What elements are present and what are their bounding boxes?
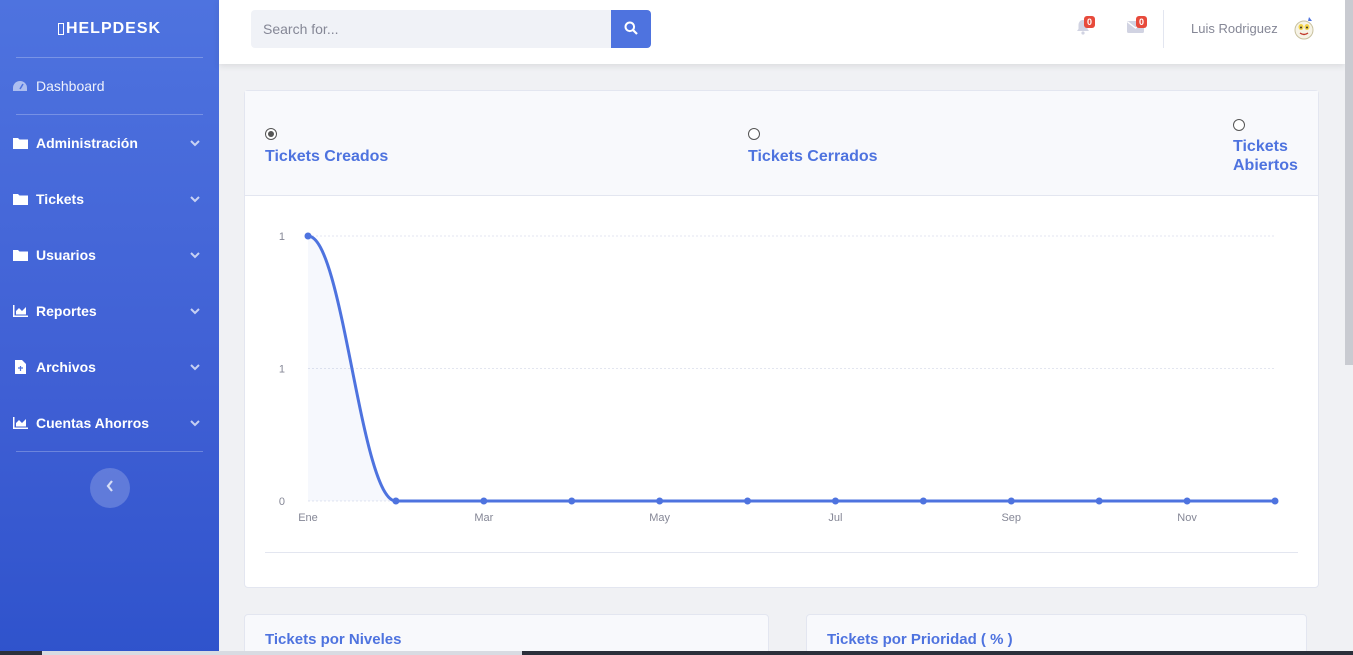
radio-checked-icon[interactable] [265, 128, 277, 140]
data-point [392, 497, 400, 505]
x-tick-label: May [649, 512, 670, 524]
sidebar-item-reportes[interactable]: Reportes [0, 283, 219, 339]
sidebar-item-label: Dashboard [36, 78, 105, 94]
chevron-down-icon [189, 361, 201, 373]
sidebar-toggle-wrap [0, 452, 219, 508]
sidebar: HELPDESK Dashboard Administración Ticket… [0, 0, 219, 655]
topbar-divider [1163, 10, 1164, 48]
gauge-icon [12, 80, 28, 92]
x-tick-label: Ene [298, 512, 318, 524]
levels-card-title: Tickets por Niveles [265, 631, 402, 648]
data-point [480, 497, 488, 505]
data-point [1271, 497, 1279, 505]
y-tick-label: 0 [279, 496, 285, 508]
sidebar-item-administracion[interactable]: Administración [0, 115, 219, 171]
sidebar-item-archivos[interactable]: Archivos [0, 339, 219, 395]
area-chart-icon [12, 305, 28, 317]
page-scrollbar-thumb[interactable] [1345, 0, 1353, 365]
brand-glyph-icon [57, 22, 64, 35]
radio-unchecked-icon[interactable] [748, 128, 760, 140]
chevron-down-icon [189, 249, 201, 261]
area-chart-icon [12, 417, 28, 429]
data-point [1183, 497, 1191, 505]
tab-tickets-cerrados[interactable]: Tickets Cerrados [748, 128, 878, 166]
user-name: Luis Rodriguez [1191, 20, 1278, 36]
chevron-down-icon [189, 137, 201, 149]
data-point [1007, 497, 1015, 505]
messages-count-badge: 0 [1136, 16, 1148, 28]
chevron-down-icon [189, 417, 201, 429]
search-bar [251, 10, 651, 48]
tab-label: Abiertos [1233, 157, 1298, 174]
radio-dot [268, 131, 274, 137]
avatar [1290, 14, 1318, 42]
data-point [568, 497, 576, 505]
messages-button[interactable]: 0 [1109, 16, 1161, 41]
sidebar-item-label: Administración [36, 135, 138, 151]
chevron-down-icon [189, 305, 201, 317]
sidebar-item-cuentas-ahorros[interactable]: Cuentas Ahorros [0, 395, 219, 451]
tab-tickets-abiertos[interactable]: Tickets Abiertos [1233, 119, 1298, 175]
folder-icon [12, 193, 28, 205]
sidebar-item-dashboard[interactable]: Dashboard [0, 58, 219, 114]
data-point [1095, 497, 1103, 505]
x-tick-label: Jul [828, 512, 842, 524]
tab-label: Tickets Cerrados [748, 148, 878, 165]
x-tick-label: Nov [1177, 512, 1197, 524]
sidebar-item-label: Cuentas Ahorros [36, 415, 150, 431]
tab-tickets-creados[interactable]: Tickets Creados [265, 128, 388, 166]
search-input[interactable] [251, 10, 611, 48]
brand-name: HELPDESK [65, 19, 162, 37]
folder-icon [12, 137, 28, 149]
sidebar-item-usuarios[interactable]: Usuarios [0, 227, 219, 283]
app-root: HELPDESK Dashboard Administración Ticket… [0, 0, 1353, 655]
levels-card: Tickets por Niveles [244, 614, 769, 655]
file-icon [12, 360, 28, 374]
tickets-chart-card: Tickets Creados Tickets Cerrados Tickets… [244, 90, 1319, 588]
y-tick-label: 1 [279, 231, 285, 243]
search-button[interactable] [611, 10, 651, 48]
brand[interactable]: HELPDESK [0, 0, 219, 57]
sidebar-toggle-button[interactable] [89, 468, 130, 508]
page-scrollbar[interactable] [1345, 0, 1353, 655]
data-point [304, 232, 312, 240]
alerts-button[interactable]: 0 [1057, 16, 1109, 41]
radio-unchecked-icon[interactable] [1233, 119, 1245, 131]
sidebar-item-label: Tickets [36, 191, 84, 207]
taskbar-strip-segment [42, 651, 522, 655]
priority-card: Tickets por Prioridad ( % ) [806, 614, 1307, 655]
card-divider [265, 552, 1298, 553]
x-tick-label: Sep [1001, 512, 1021, 524]
data-point [656, 497, 664, 505]
x-tick-label: Mar [474, 512, 493, 524]
tab-label: Tickets [1233, 138, 1288, 155]
sidebar-menu: Administración Tickets Usuarios Reportes… [0, 115, 219, 459]
alerts-count-badge: 0 [1084, 16, 1096, 28]
sidebar-item-label: Usuarios [36, 247, 96, 263]
sidebar-item-label: Archivos [36, 359, 96, 375]
sidebar-item-label: Reportes [36, 303, 97, 319]
user-menu[interactable]: Luis Rodriguez [1191, 14, 1318, 42]
chevron-down-icon [189, 193, 201, 205]
folder-icon [12, 249, 28, 261]
topbar: 0 0 Luis Rodriguez [219, 0, 1345, 64]
tab-label: Tickets Creados [265, 148, 389, 165]
chevron-left-icon [106, 479, 114, 497]
chart-tabs: Tickets Creados Tickets Cerrados Tickets… [245, 91, 1318, 196]
data-point [744, 497, 752, 505]
topbar-icons: 0 0 [1057, 16, 1161, 41]
search-icon [624, 21, 638, 38]
sidebar-item-tickets[interactable]: Tickets [0, 171, 219, 227]
priority-card-title: Tickets por Prioridad ( % ) [827, 631, 1013, 648]
data-point [831, 497, 839, 505]
y-tick-label: 1 [279, 364, 285, 376]
data-point [919, 497, 927, 505]
tickets-line-chart: 0 1 1 Ene Mar May Jul Sep Nov [279, 231, 1279, 524]
